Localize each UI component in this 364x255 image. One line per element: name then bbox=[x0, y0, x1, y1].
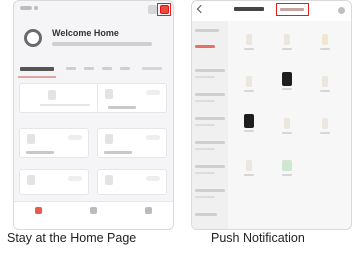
sidebar-item-sub bbox=[195, 196, 215, 198]
sidebar-item[interactable] bbox=[195, 165, 225, 168]
sidebar-item-sub bbox=[195, 172, 215, 174]
profile-icon bbox=[144, 207, 152, 214]
room-tab[interactable] bbox=[84, 67, 94, 70]
welcome-subtitle bbox=[52, 42, 152, 46]
device-card[interactable] bbox=[19, 128, 89, 158]
sidebar-item[interactable] bbox=[195, 141, 225, 144]
product-item[interactable] bbox=[316, 31, 334, 53]
highlight-box bbox=[157, 3, 171, 16]
room-tab[interactable] bbox=[66, 67, 76, 70]
product-item[interactable] bbox=[278, 71, 296, 93]
push-screen-phone bbox=[191, 0, 352, 230]
welcome-banner: Welcome Home bbox=[20, 21, 167, 59]
device-icon bbox=[27, 134, 35, 144]
device-label bbox=[26, 151, 54, 154]
bottom-tab-bar bbox=[14, 201, 173, 229]
tab-smart[interactable] bbox=[81, 207, 105, 214]
device-card[interactable] bbox=[97, 169, 167, 195]
caption-home: Stay at the Home Page bbox=[7, 231, 137, 245]
sidebar-item[interactable] bbox=[195, 29, 219, 32]
category-sidebar bbox=[192, 21, 228, 229]
highlight-box bbox=[276, 3, 309, 16]
tab-home[interactable] bbox=[26, 207, 50, 214]
sidebar-item[interactable] bbox=[195, 69, 225, 72]
gear-icon[interactable] bbox=[338, 7, 345, 14]
sidebar-item[interactable] bbox=[195, 213, 217, 216]
device-toggle[interactable] bbox=[146, 135, 160, 140]
room-tabs bbox=[18, 65, 168, 78]
product-item[interactable] bbox=[278, 157, 296, 179]
sidebar-item-sub bbox=[195, 148, 215, 150]
room-tab[interactable] bbox=[102, 67, 112, 70]
device-toggle[interactable] bbox=[146, 90, 160, 95]
sidebar-item-sub bbox=[195, 76, 215, 78]
room-tab[interactable] bbox=[20, 67, 54, 71]
weather-icon bbox=[24, 29, 42, 47]
sidebar-item[interactable] bbox=[195, 117, 225, 120]
device-card[interactable] bbox=[97, 83, 167, 113]
sidebar-item[interactable] bbox=[195, 45, 215, 48]
product-item[interactable] bbox=[316, 73, 334, 95]
home-selector[interactable] bbox=[20, 6, 38, 12]
device-icon bbox=[105, 175, 113, 185]
welcome-title: Welcome Home bbox=[52, 28, 119, 38]
home-top-bar bbox=[14, 1, 173, 19]
push-top-bar bbox=[192, 1, 351, 21]
tab-all-devices[interactable] bbox=[234, 7, 264, 13]
smart-icon bbox=[89, 207, 97, 214]
device-icon bbox=[48, 90, 56, 100]
back-arrow-icon[interactable] bbox=[196, 4, 206, 14]
home-screen-phone: Welcome Home bbox=[13, 0, 174, 230]
tab-profile[interactable] bbox=[136, 207, 160, 214]
sidebar-item[interactable] bbox=[195, 189, 225, 192]
home-icon bbox=[34, 207, 42, 214]
device-toggle[interactable] bbox=[146, 176, 160, 181]
product-item[interactable] bbox=[240, 113, 258, 135]
product-item[interactable] bbox=[240, 73, 258, 95]
device-card[interactable] bbox=[97, 128, 167, 158]
device-toggle[interactable] bbox=[68, 176, 82, 181]
product-item[interactable] bbox=[278, 31, 296, 53]
device-toggle[interactable] bbox=[68, 135, 82, 140]
product-item[interactable] bbox=[240, 157, 258, 179]
device-icon bbox=[27, 175, 35, 185]
device-icon bbox=[105, 89, 113, 99]
device-icon bbox=[105, 134, 113, 144]
sidebar-item-sub bbox=[195, 100, 215, 102]
device-card[interactable] bbox=[19, 169, 89, 195]
room-tab[interactable] bbox=[142, 67, 162, 70]
room-tab[interactable] bbox=[120, 67, 130, 70]
device-label bbox=[108, 106, 136, 109]
sidebar-item[interactable] bbox=[195, 93, 225, 96]
sidebar-item-sub bbox=[195, 124, 215, 126]
device-label bbox=[40, 104, 90, 106]
product-item[interactable] bbox=[316, 115, 334, 137]
device-label bbox=[104, 151, 132, 154]
room-tab-underline bbox=[18, 76, 56, 78]
product-item[interactable] bbox=[240, 31, 258, 53]
plus-icon[interactable] bbox=[148, 5, 157, 14]
product-item[interactable] bbox=[278, 115, 296, 137]
caption-push: Push Notification bbox=[211, 231, 305, 245]
